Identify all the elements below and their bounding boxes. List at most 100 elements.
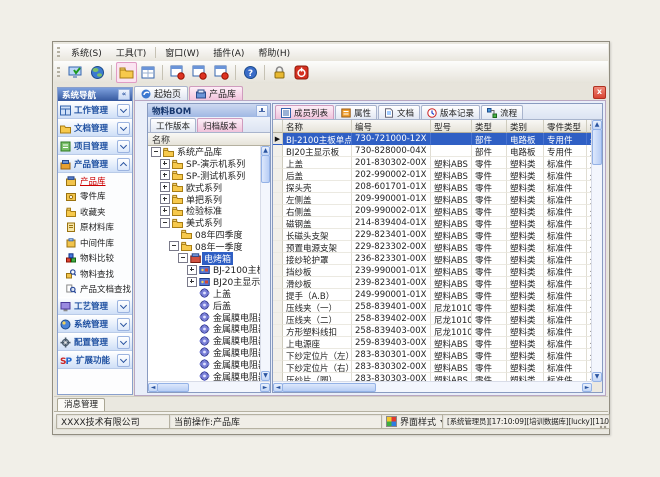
tree-toggle-plus[interactable]	[187, 265, 197, 275]
toolbar-drag-handle[interactable]	[57, 67, 60, 78]
doc-tab-1[interactable]: 产品库	[189, 86, 243, 100]
sidebar-group-7[interactable]: SP扩展功能	[58, 351, 132, 369]
member-tab-3[interactable]: 版本记录	[421, 105, 480, 119]
sidebar-group-expand-button[interactable]	[117, 318, 130, 331]
column-header-5[interactable]: 零件类型	[544, 120, 587, 133]
sidebar-item-4[interactable]: 中间件库	[58, 235, 132, 251]
message-manager-tab[interactable]: 消息管理	[57, 398, 105, 411]
grid-horizontal-scrollbar[interactable]: ◄ ►	[273, 381, 592, 392]
column-header-4[interactable]: 类别	[507, 120, 544, 133]
table-row[interactable]: 下纱定位片（左）283-830301-00X塑料ABS零件塑料类标准件外协条	[273, 349, 592, 361]
sidebar-item-3[interactable]: 原材料库	[58, 220, 132, 236]
sidebar-item-2[interactable]: 收藏夹	[58, 204, 132, 220]
scroll-down-icon[interactable]: ▼	[261, 371, 270, 381]
sidebar-group-expand-button[interactable]	[117, 300, 130, 313]
column-header-0[interactable]: 名称	[283, 120, 352, 133]
tree-node-7[interactable]: 08年四季度	[148, 229, 261, 241]
menubar-drag-handle[interactable]	[57, 47, 60, 58]
tree-node-8[interactable]: 08年一季度	[148, 240, 261, 252]
pin-icon[interactable]	[256, 105, 268, 117]
sidebar-group-3[interactable]: 产品管理	[58, 155, 132, 173]
sidebar-group-expand-button[interactable]	[117, 354, 130, 367]
tree-toggle-minus[interactable]	[169, 241, 179, 251]
power-button[interactable]	[291, 62, 312, 83]
scroll-right-icon[interactable]: ►	[582, 383, 592, 392]
sidebar-item-7[interactable]: 产品文档查找	[58, 282, 132, 298]
sidebar-group-collapse-button[interactable]	[117, 158, 130, 171]
menu-item-0[interactable]: 系统(S)	[64, 44, 109, 61]
tree-node-11[interactable]: BJ20主显示板	[148, 276, 261, 288]
folder-open-button[interactable]	[116, 62, 137, 83]
sidebar-group-2[interactable]: 项目管理	[58, 137, 132, 155]
column-header-2[interactable]: 型号	[431, 120, 472, 133]
tree-node-16[interactable]: 金属膜电阻器	[148, 335, 261, 347]
lock-button[interactable]	[269, 62, 290, 83]
scroll-down-icon[interactable]: ▼	[592, 372, 602, 382]
grid-vscroll-thumb[interactable]	[592, 129, 602, 165]
member-tab-0[interactable]: 成员列表	[275, 105, 334, 119]
tree-node-17[interactable]: 金属膜电阻器	[148, 347, 261, 359]
screen-check-button[interactable]	[65, 62, 86, 83]
table-row[interactable]: 探头壳208-601701-01X塑料ABS零件塑料类标准件外协条	[273, 181, 592, 193]
tree-node-13[interactable]: 后盖	[148, 299, 261, 311]
table-row[interactable]: 压线夹（二）258-839402-00X尼龙1010零件塑料类标准件外协条	[273, 313, 592, 325]
help-sphere-button[interactable]: ?	[240, 62, 261, 83]
tree-vertical-scrollbar[interactable]: ▲ ▼	[260, 146, 270, 381]
table-row[interactable]: 右侧盖209-990002-01X塑料ABS零件塑料类标准件外协条	[273, 205, 592, 217]
tree-node-15[interactable]: 金属膜电阻器	[148, 323, 261, 335]
sidebar-group-0[interactable]: 工作管理	[58, 101, 132, 119]
tree-toggle-plus[interactable]	[160, 159, 170, 169]
tree-toggle-minus[interactable]	[151, 147, 161, 157]
table-row[interactable]: BJ20主显示板730-828000-04X部件电路板专用件外协颗	[273, 145, 592, 157]
sidebar-group-expand-button[interactable]	[117, 336, 130, 349]
sidebar-group-expand-button[interactable]	[117, 104, 130, 117]
grid-vertical-scrollbar[interactable]: ▲ ▼	[591, 120, 602, 382]
tree-toggle-plus[interactable]	[160, 170, 170, 180]
table-row[interactable]: 左侧盖209-990001-01X塑料ABS零件塑料类标准件外协条	[273, 193, 592, 205]
menu-item-3[interactable]: 插件(A)	[206, 44, 251, 61]
bom-tab-0[interactable]: 工作版本	[150, 118, 196, 132]
sidebar-group-5[interactable]: 系统管理	[58, 315, 132, 333]
table-row[interactable]: ▶BJ-2100主板单点730-721000-12X部件电路板专用件外协颗	[273, 133, 592, 145]
resize-grip[interactable]	[597, 419, 607, 429]
menu-item-2[interactable]: 窗口(W)	[158, 44, 206, 61]
sidebar-item-6[interactable]: 物料查找	[58, 266, 132, 282]
sidebar-group-6[interactable]: 配置管理	[58, 333, 132, 351]
table-row[interactable]: 滑纱板239-823401-00X塑料ABS零件塑料类标准件外协条	[273, 277, 592, 289]
grid-window-button[interactable]	[138, 62, 159, 83]
table-row[interactable]: 提手（A.B）249-990001-01X塑料ABS零件塑料类标准件外协条	[273, 289, 592, 301]
table-row[interactable]: 长磁头支架229-823401-00X塑料ABS零件塑料类标准件外协条	[273, 229, 592, 241]
tree-node-9[interactable]: 电烤箱	[148, 252, 261, 264]
doc-tab-0[interactable]: 起始页	[134, 86, 188, 100]
member-tab-4[interactable]: 流程	[481, 105, 523, 119]
tree-node-14[interactable]: 金属膜电阻器	[148, 311, 261, 323]
tree-node-0[interactable]: 系统产品库	[148, 146, 261, 158]
table-row[interactable]: 上电源座259-839403-00X塑料ABS零件塑料类标准件外协条	[273, 337, 592, 349]
tree-column-header[interactable]: 名称	[148, 133, 270, 146]
tree-node-6[interactable]: 美式系列	[148, 217, 261, 229]
table-row[interactable]: 磁钢盖214-839404-01X塑料ABS零件塑料类标准件外协条	[273, 217, 592, 229]
sidebar-group-expand-button[interactable]	[117, 122, 130, 135]
sidebar-item-1[interactable]: 零件库	[58, 189, 132, 205]
tree-node-10[interactable]: BJ-2100主板单点	[148, 264, 261, 276]
bom-tab-1[interactable]: 归档版本	[197, 118, 243, 132]
table-row[interactable]: 方形塑料线扣258-839403-00X尼龙1010零件塑料类标准件外协条	[273, 325, 592, 337]
column-header-3[interactable]: 类型	[472, 120, 507, 133]
member-tab-1[interactable]: 属性	[335, 105, 377, 119]
tree-node-12[interactable]: 上盖	[148, 288, 261, 300]
tree-node-4[interactable]: 单把系列	[148, 193, 261, 205]
tree-node-3[interactable]: 欧式系列	[148, 181, 261, 193]
ui-style-dropdown[interactable]: 界面样式	[381, 414, 449, 429]
sidebar-item-0[interactable]: 产品库	[58, 173, 132, 189]
window-badge-button[interactable]	[211, 62, 232, 83]
sidebar-collapse-button[interactable]: «	[118, 89, 130, 100]
table-row[interactable]: 接纱轮护罩236-823301-00X塑料ABS零件塑料类标准件外协条	[273, 253, 592, 265]
tree-toggle-plus[interactable]	[160, 194, 170, 204]
window-badge-button[interactable]	[189, 62, 210, 83]
tree-hscroll-thumb[interactable]	[157, 383, 189, 392]
sidebar-group-4[interactable]: 工艺管理	[58, 297, 132, 315]
table-row[interactable]: 后盖202-990002-01X塑料ABS零件塑料类标准件外协条	[273, 169, 592, 181]
sidebar-group-expand-button[interactable]	[117, 140, 130, 153]
menu-item-4[interactable]: 帮助(H)	[251, 44, 297, 61]
table-row[interactable]: 压线夹（一）258-839401-00X尼龙1010零件塑料类标准件外协条	[273, 301, 592, 313]
